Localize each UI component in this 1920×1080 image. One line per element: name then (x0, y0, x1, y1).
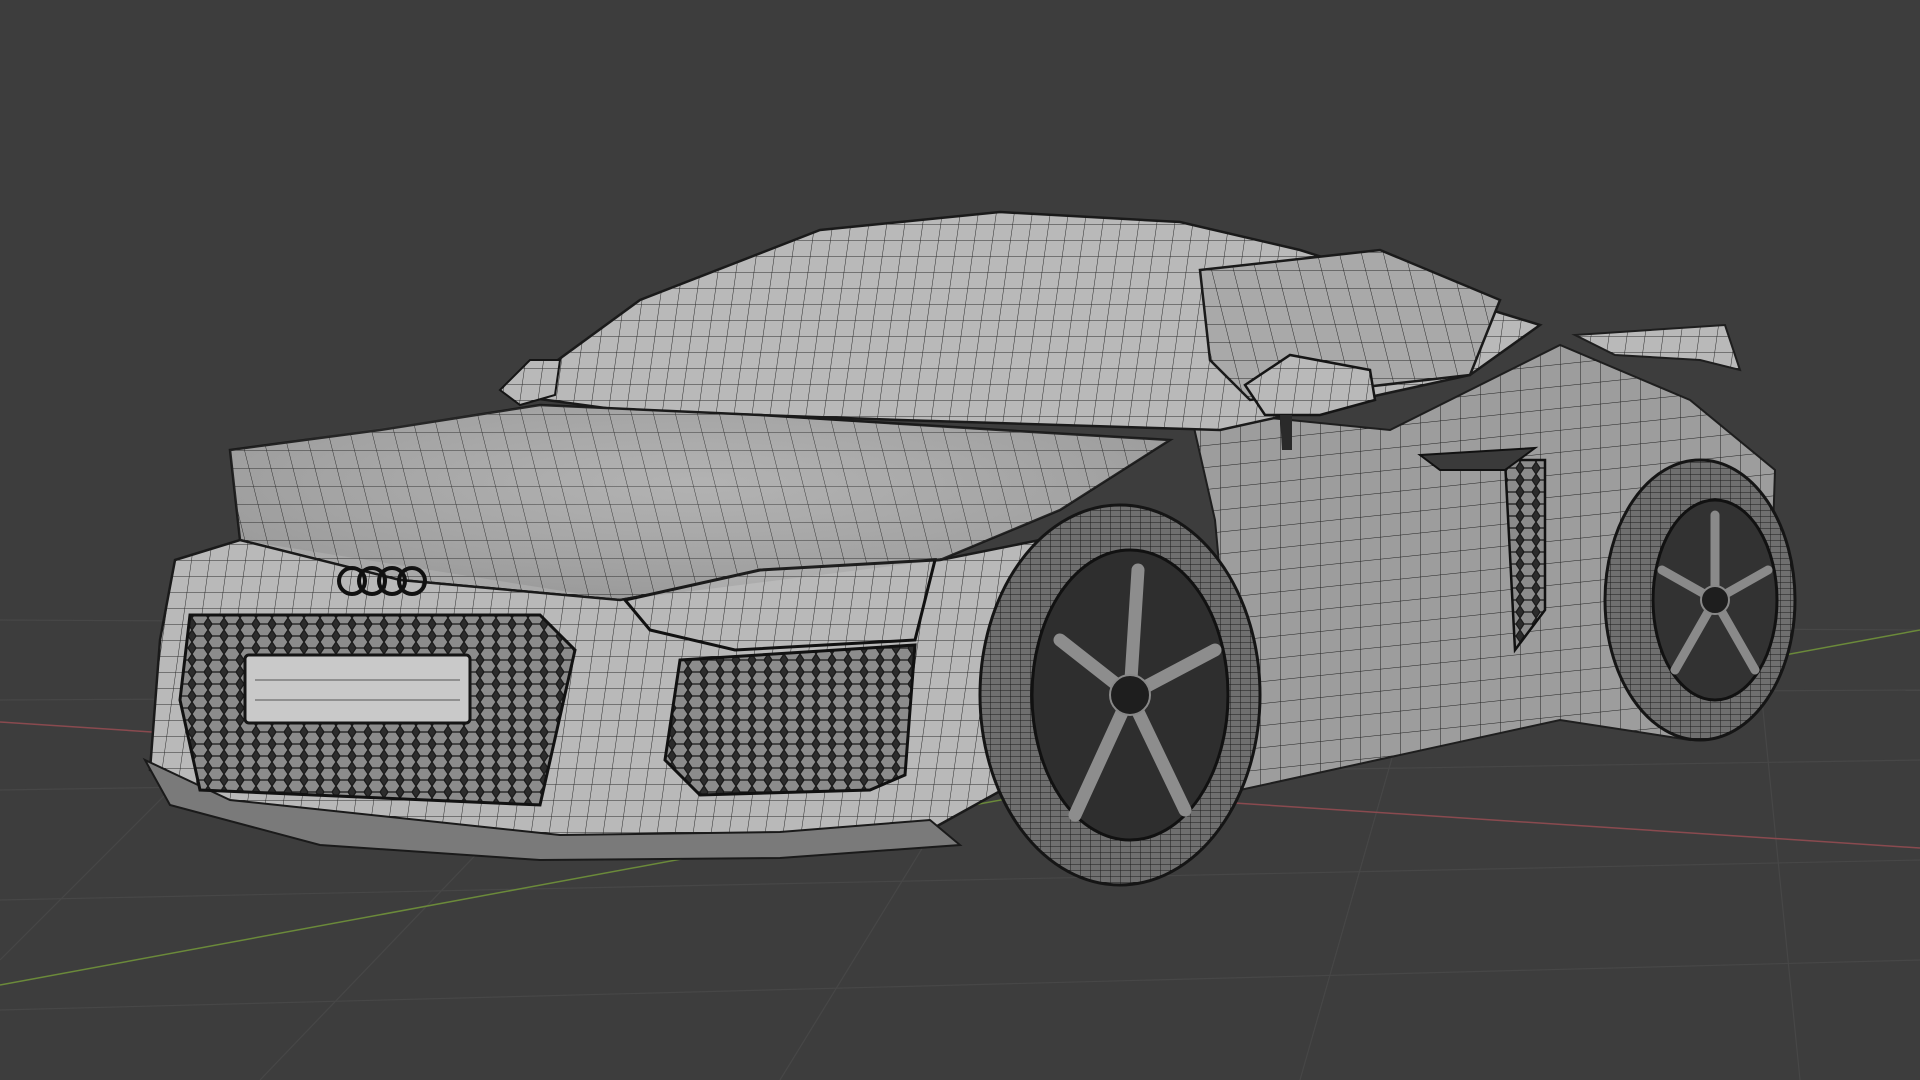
rear-wheel (1603, 458, 1797, 742)
3d-viewport[interactable] (0, 0, 1920, 1080)
front-wheel (978, 503, 1262, 887)
side-air-intake (663, 643, 917, 797)
viewport-canvas[interactable] (0, 0, 1920, 1080)
car-mesh[interactable] (142, 210, 1797, 887)
license-plate (243, 653, 472, 725)
